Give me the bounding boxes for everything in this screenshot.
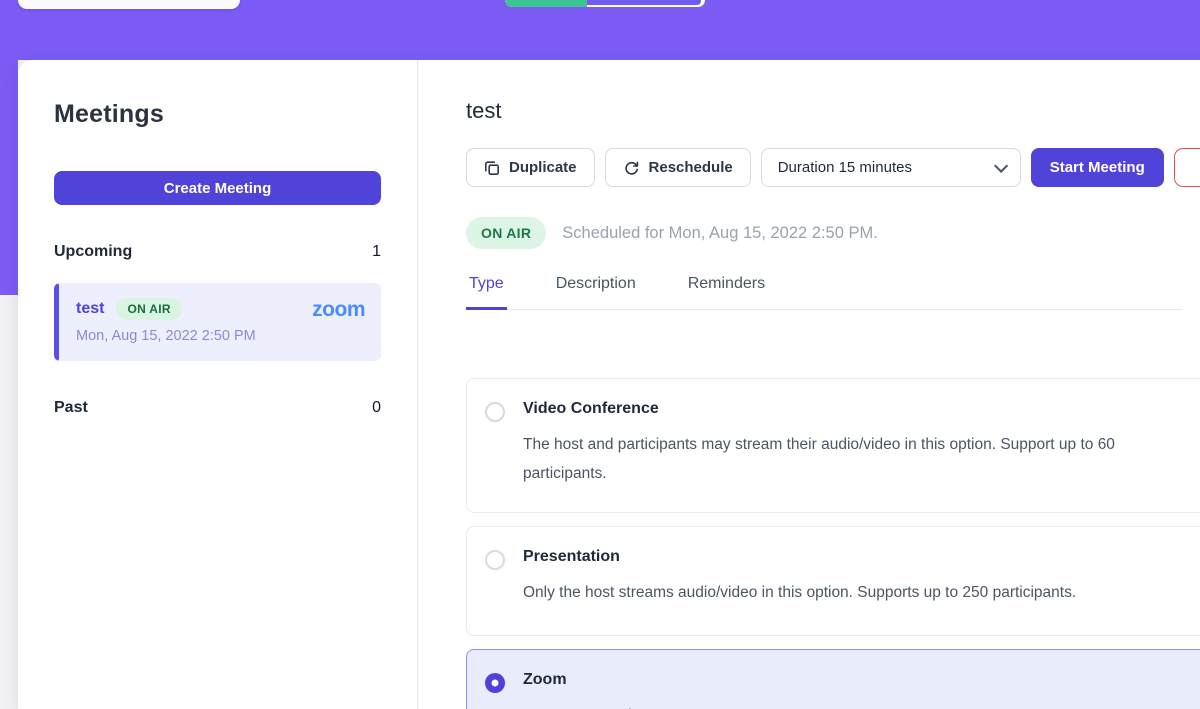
selected-accent-bar [54, 283, 59, 361]
toast-remnant [18, 0, 240, 9]
upcoming-label: Upcoming [54, 243, 132, 261]
tab-description[interactable]: Description [553, 275, 639, 310]
create-meeting-button[interactable]: Create Meeting [54, 171, 381, 205]
option-title: Presentation [523, 548, 1200, 566]
start-meeting-button[interactable]: Start Meeting [1031, 148, 1164, 187]
status-row: ON AIR Scheduled for Mon, Aug 15, 2022 2… [466, 217, 1200, 249]
onair-badge: ON AIR [116, 298, 181, 320]
past-count: 0 [372, 399, 381, 417]
radio-zoom[interactable] [485, 673, 505, 693]
duplicate-button[interactable]: Duplicate [466, 148, 595, 187]
chevron-down-icon [994, 158, 1008, 172]
sidebar-title: Meetings [54, 100, 381, 129]
page-title: test [466, 98, 1200, 124]
toast-progress-bar [505, 0, 705, 7]
progress-track [587, 0, 701, 5]
onair-status-badge: ON AIR [466, 217, 546, 249]
meeting-detail-panel: test Duplicate Reschedule [418, 60, 1200, 709]
duration-select[interactable]: Duration 15 minutes [761, 148, 1021, 187]
option-presentation[interactable]: Presentation Only the host streams audio… [466, 526, 1200, 636]
delete-button[interactable] [1174, 148, 1200, 187]
meeting-list-item[interactable]: test ON AIR zoom Mon, Aug 15, 2022 2:50 … [54, 283, 381, 361]
duration-value: Duration 15 minutes [778, 159, 912, 176]
past-section-header[interactable]: Past 0 [54, 399, 381, 417]
option-description: Only the host streams audio/video in thi… [523, 578, 1183, 607]
option-zoom[interactable]: Zoom Host your meeting on Zoom [466, 649, 1200, 709]
upcoming-section-header[interactable]: Upcoming 1 [54, 243, 381, 261]
tab-type[interactable]: Type [466, 275, 507, 310]
meetings-sidebar: Meetings Create Meeting Upcoming 1 test … [18, 60, 418, 709]
option-video-conference[interactable]: Video Conference The host and participan… [466, 378, 1200, 513]
progress-fill [505, 0, 587, 7]
meeting-name: test [76, 300, 104, 318]
copy-icon [484, 160, 500, 176]
refresh-icon [623, 159, 640, 176]
content-card: Meetings Create Meeting Upcoming 1 test … [18, 60, 1200, 709]
reschedule-label: Reschedule [649, 159, 733, 176]
toolbar: Duplicate Reschedule Duration 15 minutes… [466, 148, 1200, 187]
radio-video-conference[interactable] [485, 402, 505, 422]
option-description: Host your meeting on Zoom [523, 701, 1183, 709]
duplicate-label: Duplicate [509, 159, 577, 176]
header-band-left-edge [0, 60, 18, 295]
scheduled-text: Scheduled for Mon, Aug 15, 2022 2:50 PM. [562, 224, 878, 243]
past-label: Past [54, 399, 88, 417]
meeting-datetime: Mon, Aug 15, 2022 2:50 PM [76, 328, 365, 344]
option-title: Video Conference [523, 400, 1200, 418]
option-description: The host and participants may stream the… [523, 430, 1183, 488]
reschedule-button[interactable]: Reschedule [605, 148, 751, 187]
option-title: Zoom [523, 671, 1200, 689]
meeting-type-options: Video Conference The host and participan… [466, 378, 1200, 709]
tab-reminders[interactable]: Reminders [685, 275, 768, 310]
upcoming-count: 1 [372, 243, 381, 261]
detail-tabs: Type Description Reminders [466, 275, 1182, 310]
header-band [0, 0, 1200, 60]
radio-presentation[interactable] [485, 550, 505, 570]
app-window: Meetings Create Meeting Upcoming 1 test … [0, 0, 1200, 709]
zoom-logo: zoom [312, 299, 365, 320]
